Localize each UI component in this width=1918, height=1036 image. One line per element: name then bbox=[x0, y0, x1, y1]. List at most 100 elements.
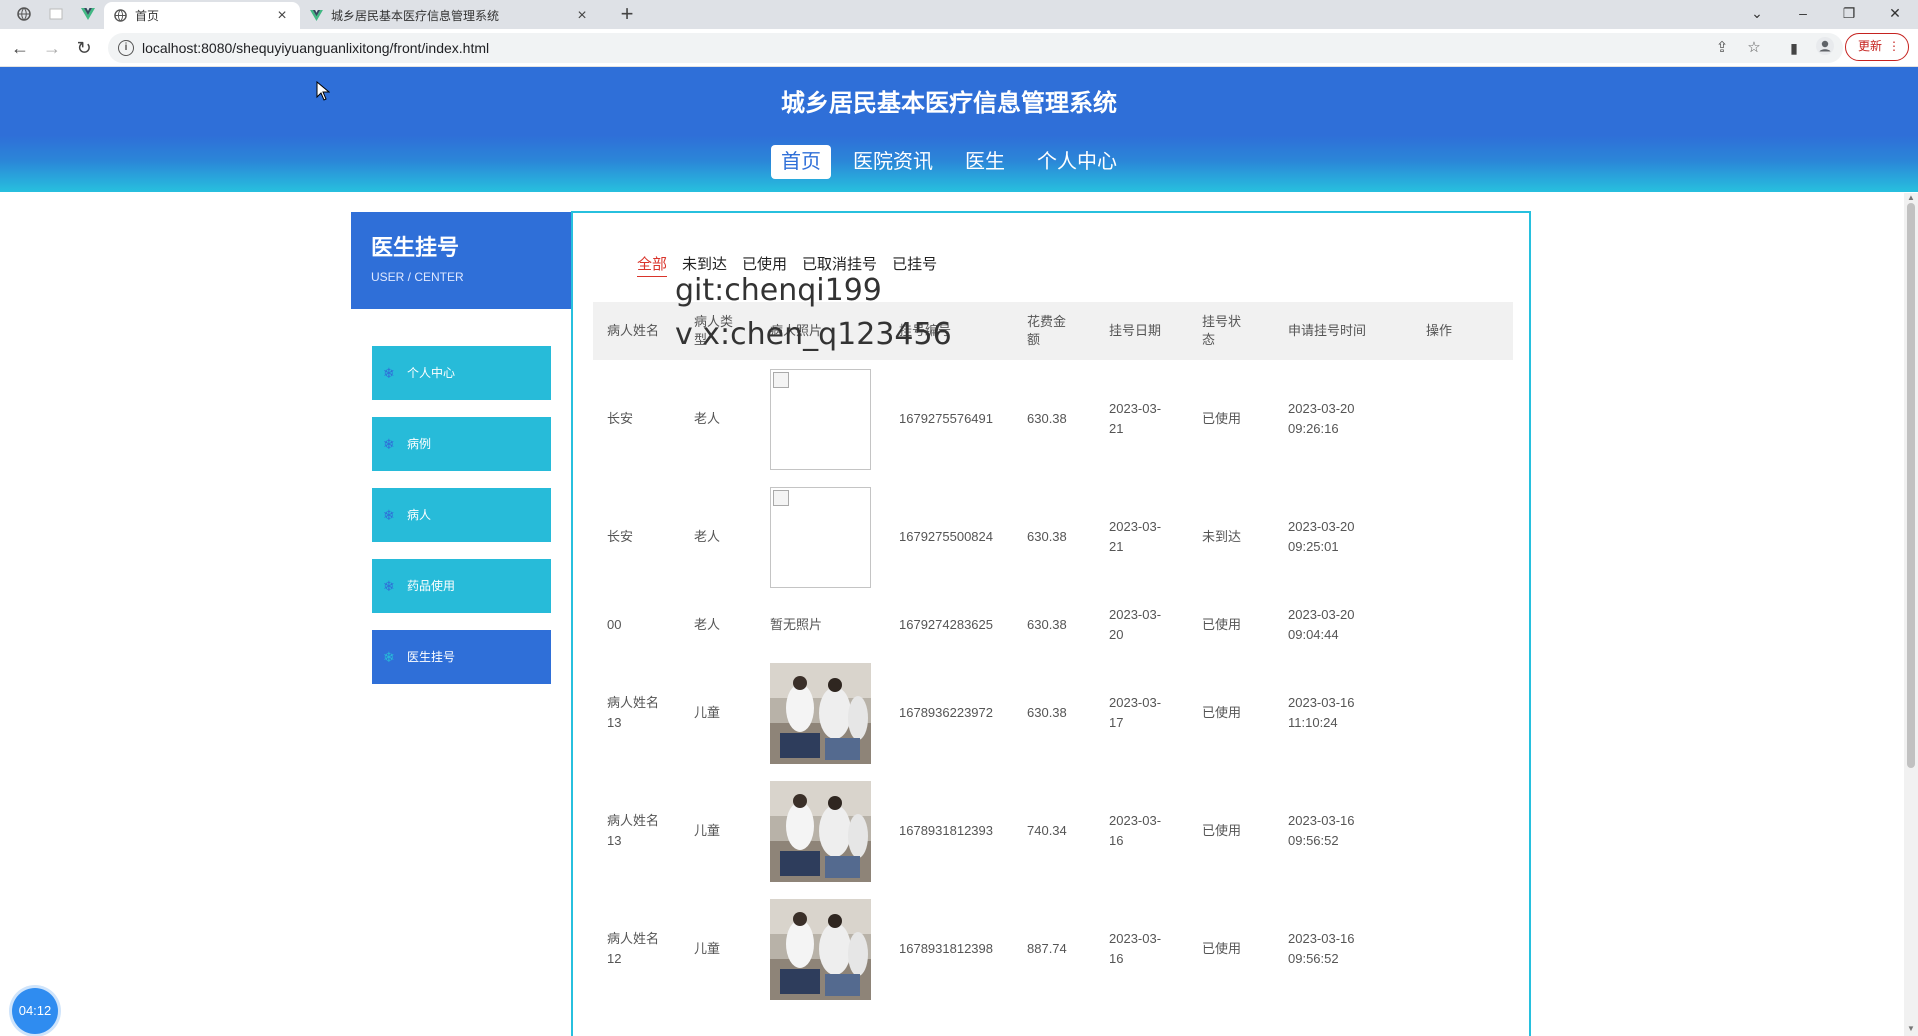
sidebar-item-label: 病人 bbox=[407, 508, 432, 522]
sidebar-item-patients[interactable]: ❄ 病人 bbox=[372, 488, 551, 542]
tab-close-icon[interactable]: × bbox=[274, 7, 290, 25]
main-content: 全部 未到达 已使用 已取消挂号 已挂号 病人姓名 病人类型 病人照片 挂号编号… bbox=[571, 211, 1531, 1036]
side-panel-icon[interactable]: ▮ bbox=[1782, 36, 1806, 60]
pinned-tab-blank[interactable] bbox=[40, 3, 72, 25]
table-row: 长安 老人 1679275500824 630.38 2023-03-21 未到达 2023… bbox=[593, 478, 1513, 596]
main-nav: 首页 医院资讯 医生 个人中心 bbox=[0, 145, 1898, 179]
share-icon[interactable]: ⇪ bbox=[1712, 38, 1732, 58]
restore-icon[interactable]: ❐ bbox=[1826, 0, 1872, 29]
address-bar[interactable]: i localhost:8080/shequyiyuanguanlixitong… bbox=[108, 33, 1843, 63]
filter-tab-all[interactable]: 全部 bbox=[637, 253, 668, 277]
table-row: 病人姓名13 儿童 1678936223972 630.38 2023-03-17 已使用… bbox=[593, 654, 1513, 772]
cell-patient-name: 00 bbox=[607, 617, 622, 632]
tab-search-chevron-icon[interactable]: ⌄ bbox=[1734, 0, 1780, 29]
cell-patient-type: 老人 bbox=[694, 411, 721, 426]
cell-patient-type: 老人 bbox=[694, 529, 721, 544]
column-header: 挂号日期 bbox=[1109, 323, 1162, 338]
globe-icon bbox=[17, 7, 31, 21]
new-tab-button[interactable]: + bbox=[614, 2, 640, 28]
snowflake-icon: ❄ bbox=[383, 436, 395, 452]
nav-item-personal-center[interactable]: 个人中心 bbox=[1027, 145, 1127, 179]
pinned-tab-vue[interactable] bbox=[72, 3, 104, 25]
broken-image-icon bbox=[773, 372, 789, 388]
cell-status: 已使用 bbox=[1202, 617, 1242, 632]
scroll-up-icon[interactable]: ▲ bbox=[1906, 193, 1916, 203]
cell-patient-name: 长安 bbox=[607, 411, 634, 426]
url-text[interactable]: localhost:8080/shequyiyuanguanlixitong/f… bbox=[142, 40, 489, 56]
cell-registration-date: 2023-03-21 bbox=[1109, 519, 1162, 554]
site-header: 城乡居民基本医疗信息管理系统 首页 医院资讯 医生 个人中心 bbox=[0, 67, 1918, 192]
site-title: 城乡居民基本医疗信息管理系统 bbox=[781, 90, 1117, 117]
table-row: 病人姓名12 儿童 1678931812398 887.74 2023-03-16 已使用… bbox=[593, 890, 1513, 1008]
cell-status: 已使用 bbox=[1202, 411, 1242, 426]
sidebar-item-label: 个人中心 bbox=[407, 366, 456, 380]
tab-close-icon[interactable]: × bbox=[574, 7, 590, 25]
patient-photo-broken bbox=[770, 369, 871, 470]
bookmark-star-icon[interactable]: ☆ bbox=[1744, 38, 1764, 58]
sidebar-title: 医生挂号 bbox=[371, 235, 460, 260]
cell-photo-placeholder: 暂无照片 bbox=[770, 617, 823, 632]
snowflake-icon: ❄ bbox=[383, 578, 395, 594]
cell-apply-time: 2023-03-16 09:56:52 bbox=[1288, 931, 1355, 966]
table-row: 长安 老人 1679275576491 630.38 2023-03-21 已使用 2023… bbox=[593, 360, 1513, 478]
minimize-icon[interactable]: – bbox=[1780, 0, 1826, 29]
cell-status: 已使用 bbox=[1202, 823, 1242, 838]
sidebar-item-label: 病例 bbox=[407, 437, 432, 451]
back-arrow-icon[interactable]: ← bbox=[8, 36, 32, 60]
tab-system[interactable]: 城乡居民基本医疗信息管理系统 × bbox=[300, 2, 600, 29]
cell-amount: 630.38 bbox=[1027, 705, 1067, 720]
sidebar-item-cases[interactable]: ❄ 病例 bbox=[372, 417, 551, 471]
update-label: 更新 bbox=[1858, 39, 1883, 53]
sidebar-header: 医生挂号 USER / CENTER bbox=[351, 212, 571, 309]
column-header: 花费金额 bbox=[1027, 314, 1067, 347]
browser-toolbar: ← → ↻ i localhost:8080/shequyiyuanguanli… bbox=[0, 29, 1918, 67]
sidebar-item-doctor-registration[interactable]: ❄ 医生挂号 bbox=[372, 630, 551, 684]
filter-tab-registered[interactable]: 已挂号 bbox=[892, 253, 937, 277]
site-info-icon[interactable]: i bbox=[118, 40, 134, 56]
cell-apply-time: 2023-03-16 09:56:52 bbox=[1288, 813, 1355, 848]
nav-item-news[interactable]: 医院资讯 bbox=[843, 145, 943, 179]
cell-registration-number: 1679274283625 bbox=[899, 617, 993, 632]
nav-item-home[interactable]: 首页 bbox=[771, 145, 831, 179]
reload-icon[interactable]: ↻ bbox=[72, 36, 96, 60]
column-header: 操作 bbox=[1426, 323, 1453, 338]
cell-apply-time: 2023-03-20 09:04:44 bbox=[1288, 607, 1355, 642]
forward-arrow-icon[interactable]: → bbox=[40, 36, 64, 60]
vue-logo-icon bbox=[310, 10, 323, 21]
cell-registration-date: 2023-03-16 bbox=[1109, 931, 1162, 966]
sidebar-item-label: 医生挂号 bbox=[407, 650, 456, 664]
update-button[interactable]: 更新 ⋮ bbox=[1845, 33, 1909, 61]
cell-registration-number: 1679275576491 bbox=[899, 411, 993, 426]
snowflake-icon: ❄ bbox=[383, 365, 395, 381]
cell-status: 已使用 bbox=[1202, 941, 1242, 956]
column-header: 挂号状态 bbox=[1202, 314, 1242, 347]
cell-patient-type: 儿童 bbox=[694, 823, 721, 838]
globe-icon bbox=[114, 9, 127, 22]
sidebar-item-label: 药品使用 bbox=[407, 579, 456, 593]
sidebar-item-medicine-usage[interactable]: ❄ 药品使用 bbox=[372, 559, 551, 613]
cell-patient-name: 病人姓名13 bbox=[607, 695, 660, 730]
nav-item-doctor[interactable]: 医生 bbox=[955, 145, 1015, 179]
more-menu-icon: ⋮ bbox=[1888, 39, 1900, 53]
cell-apply-time: 2023-03-20 09:25:01 bbox=[1288, 519, 1355, 554]
sidebar-item-personal-center[interactable]: ❄ 个人中心 bbox=[372, 346, 551, 400]
scroll-down-icon[interactable]: ▼ bbox=[1906, 1024, 1916, 1034]
cell-amount: 630.38 bbox=[1027, 529, 1067, 544]
cell-patient-type: 老人 bbox=[694, 617, 721, 632]
profile-avatar-icon[interactable] bbox=[1813, 36, 1837, 60]
sidebar-subtitle: USER / CENTER bbox=[371, 270, 464, 284]
patient-photo bbox=[770, 899, 871, 1000]
pinned-tab-globe[interactable] bbox=[8, 3, 40, 25]
table-row: 病人姓名13 儿童 1678931812393 740.34 2023-03-16 已使用… bbox=[593, 772, 1513, 890]
cell-amount: 740.34 bbox=[1027, 823, 1067, 838]
page-scrollbar[interactable]: ▲ ▼ bbox=[1904, 193, 1918, 1036]
cell-amount: 630.38 bbox=[1027, 617, 1067, 632]
person-icon bbox=[1816, 37, 1834, 55]
tab-home[interactable]: 首页 × bbox=[104, 2, 300, 29]
close-window-icon[interactable]: ✕ bbox=[1872, 0, 1918, 29]
column-header: 申请挂号时间 bbox=[1288, 323, 1367, 338]
cell-status: 已使用 bbox=[1202, 705, 1242, 720]
scrollbar-thumb[interactable] bbox=[1907, 203, 1915, 768]
watermark-line-2: v x:chen_q123456 bbox=[675, 317, 952, 352]
cell-registration-number: 1678931812398 bbox=[899, 941, 993, 956]
